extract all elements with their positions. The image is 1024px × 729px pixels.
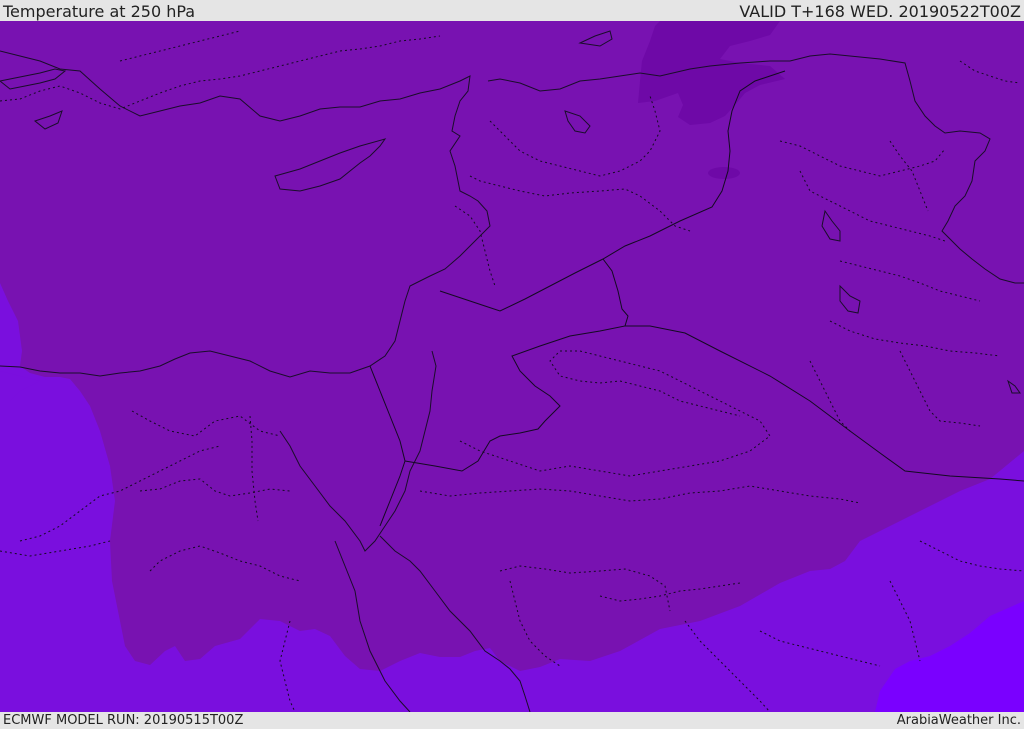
footer-bar: ECMWF MODEL RUN: 20190515T00Z ArabiaWeat… [0, 712, 1024, 729]
temperature-band-cold-dot [708, 167, 740, 179]
credit: ArabiaWeather Inc. [896, 713, 1021, 728]
temperature-map [0, 21, 1024, 712]
header-bar: Temperature at 250 hPa VALID T+168 WED. … [0, 0, 1024, 21]
model-run: ECMWF MODEL RUN: 20190515T00Z [3, 713, 244, 728]
valid-time: VALID T+168 WED. 20190522T00Z [739, 2, 1021, 21]
map-title: Temperature at 250 hPa [3, 2, 196, 21]
